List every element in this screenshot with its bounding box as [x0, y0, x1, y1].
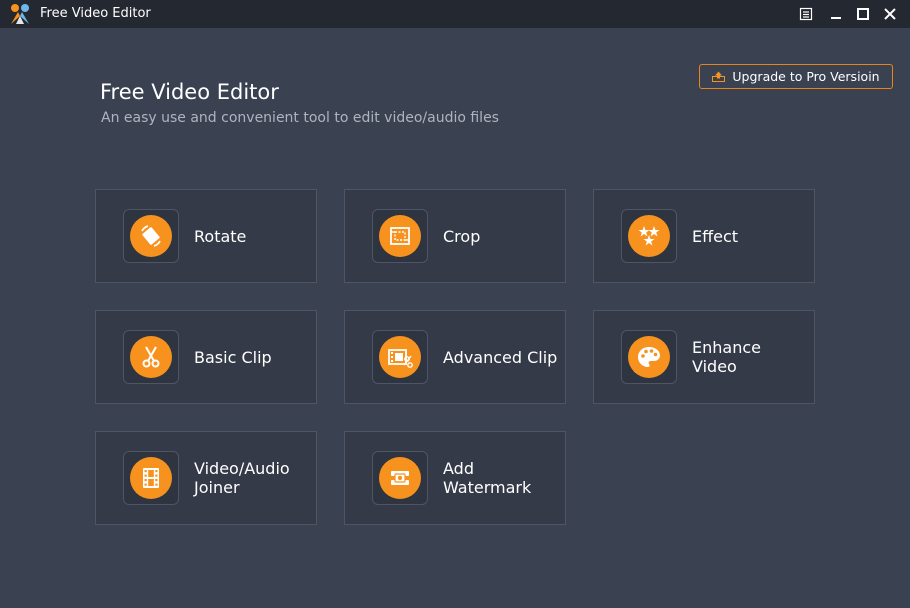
crop-icon — [390, 227, 410, 245]
tool-enhance-video[interactable]: Enhance Video — [593, 310, 815, 404]
menu-button[interactable] — [796, 4, 816, 24]
effect-stars-icon — [638, 226, 660, 246]
tool-icon-badge — [379, 336, 421, 378]
tool-icon-badge — [379, 215, 421, 257]
tool-add-watermark[interactable]: Add Watermark — [344, 431, 566, 525]
tool-icon-frame — [372, 209, 428, 263]
tool-label: Crop — [443, 226, 481, 246]
maximize-icon — [857, 8, 869, 20]
film-strip-icon — [143, 468, 159, 488]
tool-icon-frame — [621, 209, 677, 263]
tool-label: Video/Audio Joiner — [194, 459, 290, 497]
page-title: Free Video Editor — [100, 80, 279, 104]
tool-icon-frame — [372, 330, 428, 384]
close-icon — [884, 8, 896, 20]
tool-icon-badge — [379, 457, 421, 499]
rotate-icon — [141, 225, 161, 247]
tool-label: Effect — [692, 226, 739, 246]
tool-icon-badge — [130, 457, 172, 499]
tool-icon-frame — [123, 209, 179, 263]
window-title: Free Video Editor — [40, 6, 151, 21]
advanced-clip-icon — [388, 349, 413, 368]
tool-icon-frame — [621, 330, 677, 384]
tool-crop[interactable]: Crop — [344, 189, 566, 283]
minimize-button[interactable] — [826, 4, 846, 24]
tool-icon-frame — [372, 451, 428, 505]
maximize-button[interactable] — [853, 4, 873, 24]
upgrade-icon — [712, 71, 726, 82]
page-subtitle: An easy use and convenient tool to edit … — [101, 110, 499, 126]
app-logo-icon — [11, 4, 29, 24]
tool-icon-badge — [130, 215, 172, 257]
upgrade-button[interactable]: Upgrade to Pro Versioin — [699, 64, 893, 89]
palette-icon — [638, 347, 660, 367]
tool-icon-frame — [123, 330, 179, 384]
scissors-icon — [142, 346, 160, 368]
close-button[interactable] — [880, 4, 900, 24]
tool-label: Advanced Clip — [443, 347, 558, 367]
tool-basic-clip[interactable]: Basic Clip — [95, 310, 317, 404]
upgrade-label: Upgrade to Pro Versioin — [732, 69, 880, 84]
tool-label: Add Watermark — [443, 459, 532, 497]
tool-label: Basic Clip — [194, 347, 272, 367]
tool-effect[interactable]: Effect — [593, 189, 815, 283]
tool-advanced-clip[interactable]: Advanced Clip — [344, 310, 566, 404]
tool-rotate[interactable]: Rotate — [95, 189, 317, 283]
tool-icon-badge — [628, 215, 670, 257]
tool-label: Rotate — [194, 226, 247, 246]
title-bar: Free Video Editor — [0, 0, 910, 28]
tool-icon-badge — [130, 336, 172, 378]
tool-icon-badge — [628, 336, 670, 378]
tool-icon-frame — [123, 451, 179, 505]
minimize-icon — [831, 17, 841, 19]
menu-icon — [799, 7, 813, 21]
watermark-icon — [391, 471, 409, 485]
tool-label: Enhance Video — [692, 338, 761, 376]
tool-video-audio-joiner[interactable]: Video/Audio Joiner — [95, 431, 317, 525]
